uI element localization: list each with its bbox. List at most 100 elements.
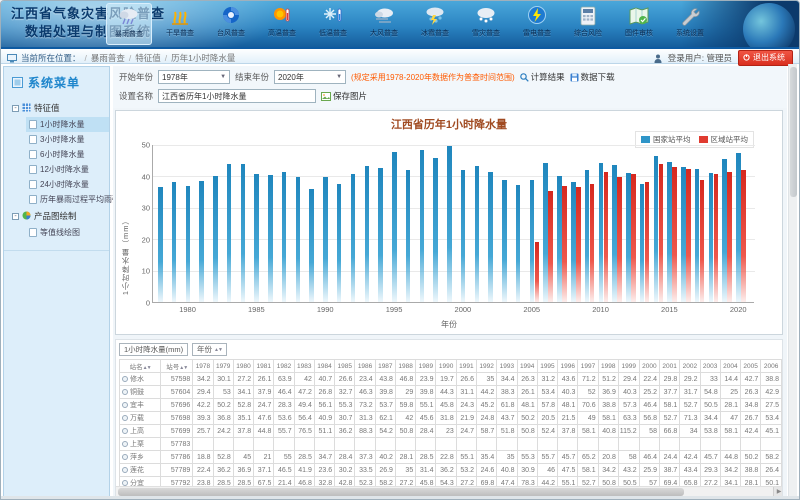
- save-image-link[interactable]: 保存图片: [321, 90, 367, 102]
- year-header-1978[interactable]: 1978: [193, 360, 213, 373]
- sidebar-item-0-1[interactable]: 3小时降水量: [26, 132, 109, 147]
- hscroll-thumb[interactable]: [118, 488, 684, 496]
- sidebar-item-0-4[interactable]: 24小时降水量: [26, 177, 109, 192]
- year-header-1995[interactable]: 1995: [537, 360, 557, 373]
- value-cell: 52.4: [537, 425, 557, 438]
- bar-national-2005: [530, 180, 535, 302]
- legend-item-1[interactable]: 区域站平均: [699, 134, 749, 145]
- sidebar-item-label: 12小时降水量: [40, 164, 89, 175]
- year-header-1988[interactable]: 1988: [395, 360, 415, 373]
- year-header-1986[interactable]: 1986: [355, 360, 375, 373]
- breadcrumb-segment-1[interactable]: 特征值: [135, 52, 161, 64]
- year-header-1982[interactable]: 1982: [274, 360, 294, 373]
- year-header-1994[interactable]: 1994: [517, 360, 537, 373]
- value-cell: 37.7: [659, 386, 679, 399]
- year-header-2004[interactable]: 2004: [720, 360, 740, 373]
- year-header-2003[interactable]: 2003: [700, 360, 720, 373]
- station-expand-icon[interactable]: [122, 428, 128, 434]
- toolbar-item-3[interactable]: 高温普查: [259, 3, 305, 45]
- year-pivot-box[interactable]: 年份 ▲▼: [192, 343, 227, 356]
- value-cell: 51.8: [497, 425, 517, 438]
- toolbar-item-7[interactable]: 雪灾普查: [463, 3, 509, 45]
- value-cell: 26.7: [741, 412, 761, 425]
- station-expand-icon[interactable]: [122, 441, 128, 447]
- sidebar-item-0-2[interactable]: 6小时降水量: [26, 147, 109, 162]
- year-header-1996[interactable]: 1996: [558, 360, 578, 373]
- year-header-2002[interactable]: 2002: [680, 360, 700, 373]
- year-header-1998[interactable]: 1998: [598, 360, 618, 373]
- data-download-link[interactable]: 数据下载: [570, 71, 615, 83]
- station-expand-icon[interactable]: [122, 454, 128, 460]
- toolbar-item-2[interactable]: 台风普查: [208, 3, 254, 45]
- station-expand-icon[interactable]: [122, 376, 128, 382]
- year-header-2006[interactable]: 2006: [761, 360, 782, 373]
- station-expand-icon[interactable]: [122, 389, 128, 395]
- sidebar-item-0-5[interactable]: 历年暴雨过程平均雨强: [26, 192, 109, 207]
- year-header-1997[interactable]: 1997: [578, 360, 598, 373]
- toolbar-item-label: 雪灾普查: [463, 29, 509, 38]
- station-name: 上高: [130, 428, 144, 435]
- toolbar-item-5[interactable]: 大风普查: [361, 3, 407, 45]
- station-id-header[interactable]: 站号▲▼: [161, 360, 193, 373]
- toolbar-item-0[interactable]: 暴雨普查: [106, 3, 152, 45]
- value-cell: 34: [680, 425, 700, 438]
- year-header-1993[interactable]: 1993: [497, 360, 517, 373]
- toolbar-item-9[interactable]: 综合风险: [565, 3, 611, 45]
- year-header-1991[interactable]: 1991: [456, 360, 476, 373]
- sidebar-item-0-0[interactable]: 1小时降水量: [26, 117, 109, 132]
- toolbar-item-4[interactable]: 低温普查: [310, 3, 356, 45]
- year-header-1981[interactable]: 1981: [254, 360, 274, 373]
- year-header-2005[interactable]: 2005: [741, 360, 761, 373]
- station-name-header[interactable]: 站名▲▼: [120, 360, 161, 373]
- module-toolbar: 暴雨普查干旱普查台风普查高温普查低温普查大风普查冰雹普查雪灾普查雷电普查综合风险…: [106, 3, 713, 47]
- year-header-1980[interactable]: 1980: [233, 360, 253, 373]
- year-header-1992[interactable]: 1992: [477, 360, 497, 373]
- end-year-select[interactable]: 2020年▼: [274, 70, 346, 84]
- sidebar-item-0-3[interactable]: 12小时降水量: [26, 162, 109, 177]
- station-expand-icon[interactable]: [122, 467, 128, 473]
- expand-icon[interactable]: -: [12, 213, 19, 220]
- sidebar-item-1-0[interactable]: 等值线绘图: [26, 225, 109, 240]
- toolbar-item-11[interactable]: 系统设置: [667, 3, 713, 45]
- toolbar-item-8[interactable]: 雷电普查: [514, 3, 560, 45]
- year-header-1983[interactable]: 1983: [294, 360, 314, 373]
- value-cell: 29: [395, 386, 415, 399]
- toolbar-item-6[interactable]: 冰雹普查: [412, 3, 458, 45]
- sidebar-group-0[interactable]: -特征值: [10, 99, 109, 117]
- x-tick-label: 2010: [592, 305, 609, 314]
- year-header-1989[interactable]: 1989: [416, 360, 436, 373]
- year-header-1985[interactable]: 1985: [335, 360, 355, 373]
- logout-button[interactable]: 退出系统: [738, 50, 793, 66]
- year-header-2001[interactable]: 2001: [659, 360, 679, 373]
- year-header-1999[interactable]: 1999: [618, 360, 639, 373]
- year-header-2000[interactable]: 2000: [639, 360, 659, 373]
- value-cell: 24.6: [477, 464, 497, 477]
- vscroll-thumb[interactable]: [790, 67, 797, 197]
- year-header-1990[interactable]: 1990: [436, 360, 456, 373]
- value-cell: 33: [700, 373, 720, 386]
- sidebar-group-1[interactable]: -产品图绘制: [10, 207, 109, 225]
- start-year-select[interactable]: 1978年▼: [158, 70, 230, 84]
- value-cell: [517, 438, 537, 451]
- year-header-1979[interactable]: 1979: [213, 360, 233, 373]
- setting-name-input[interactable]: [158, 89, 316, 103]
- value-cell: 36.2: [335, 425, 355, 438]
- legend-item-0[interactable]: 国家站平均: [641, 134, 691, 145]
- year-header-1987[interactable]: 1987: [375, 360, 395, 373]
- measure-pivot-box[interactable]: 1小时降水量(mm): [119, 343, 188, 356]
- page-icon: [29, 135, 37, 144]
- toolbar-item-10[interactable]: 图件审核: [616, 3, 662, 45]
- expand-icon[interactable]: -: [12, 105, 19, 112]
- start-year-label: 开始年份: [119, 71, 153, 83]
- station-expand-icon[interactable]: [122, 402, 128, 408]
- breadcrumb-segment-2[interactable]: 历年1小时降水量: [171, 52, 235, 64]
- calc-result-link[interactable]: 计算结果: [520, 71, 565, 83]
- station-name-cell: 萍乡: [120, 451, 161, 464]
- value-cell: 58: [639, 425, 659, 438]
- year-header-1984[interactable]: 1984: [314, 360, 334, 373]
- value-cell: 39.8: [375, 386, 395, 399]
- breadcrumb-segment-0[interactable]: 暴雨普查: [91, 52, 125, 64]
- station-expand-icon[interactable]: [122, 415, 128, 421]
- toolbar-item-1[interactable]: 干旱普查: [157, 3, 203, 45]
- station-name-cell: 莲花: [120, 464, 161, 477]
